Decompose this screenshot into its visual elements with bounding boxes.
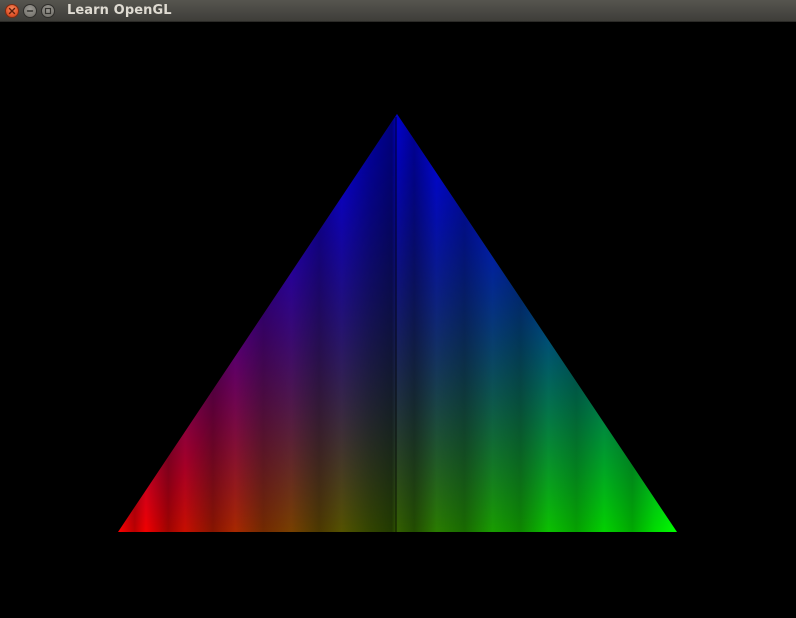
minimize-icon — [26, 9, 34, 12]
title-bar[interactable]: Learn OpenGL — [0, 0, 796, 22]
close-icon — [8, 7, 16, 14]
maximize-button[interactable] — [41, 3, 55, 18]
maximize-icon — [44, 7, 52, 14]
minimize-button[interactable] — [23, 3, 37, 18]
close-button[interactable] — [5, 3, 19, 18]
render-surface — [0, 22, 796, 618]
opengl-viewport — [0, 22, 796, 618]
window-controls — [5, 3, 59, 18]
app-window: Learn OpenGL — [0, 0, 796, 618]
window-title: Learn OpenGL — [67, 3, 172, 18]
